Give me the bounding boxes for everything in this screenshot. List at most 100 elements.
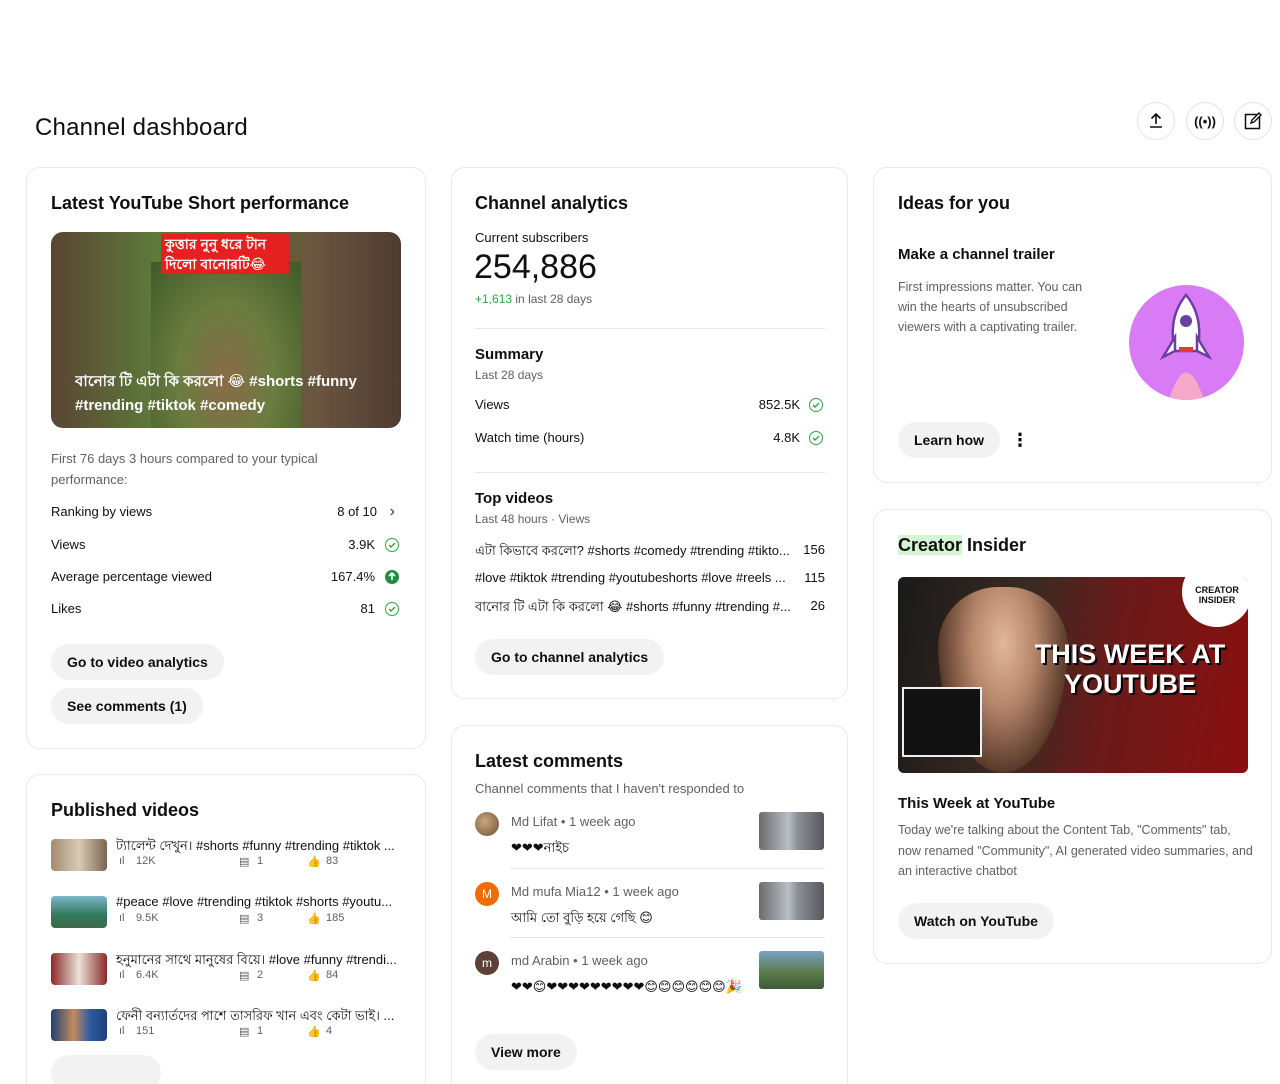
video-likes: 83 (326, 855, 339, 867)
comment-meta: Md mufa Mia12 • 1 week ago (511, 884, 679, 899)
divider (475, 472, 825, 473)
top-video-views: 115 (804, 570, 825, 585)
create-post-button[interactable] (1234, 102, 1272, 140)
published-video-item[interactable]: ফেনী বন্যার্তদের পাশে তাসরিফ খান এবং কেট… (51, 1007, 411, 1047)
subscribers-count: 254,886 (474, 248, 597, 286)
comment-meta: Md Lifat • 1 week ago (511, 814, 636, 829)
comment-video-thumbnail[interactable] (759, 812, 824, 850)
go-live-button[interactable]: ((•)) (1186, 102, 1224, 140)
watch-on-youtube-button[interactable]: Watch on YouTube (898, 903, 1054, 939)
badge-line-1: CREATOR (1195, 585, 1239, 595)
avatar: M (475, 882, 499, 906)
comment-text: আমি তো বুড়ি হয়ে গেছি 😊 (511, 910, 653, 925)
ideas-body: First impressions matter. You can win th… (898, 280, 1083, 334)
comment-item[interactable]: Md Lifat • 1 week ago ❤❤❤নাইচ (475, 812, 825, 862)
video-title: #peace #love #trending #tiktok #shorts #… (116, 894, 393, 909)
metric-label: Ranking by views (51, 504, 153, 519)
subscribers-delta: +1,613 in last 28 days (475, 292, 592, 306)
thumb-overlay-text: কুত্তার নুনু ধরে টান দিলো বানোরটি😂 (161, 234, 289, 274)
comment-video-thumbnail[interactable] (759, 882, 824, 920)
ideas-heading: Make a channel trailer (898, 246, 1055, 263)
top-video-views: 156 (803, 542, 825, 557)
metric-likes: Likes 81 (51, 601, 401, 616)
more-vert-icon[interactable]: ⋮ (1011, 430, 1029, 450)
ideas-title: Ideas for you (898, 193, 1011, 213)
video-thumbnail (51, 839, 107, 871)
video-thumbnail (51, 1009, 107, 1041)
subscribers-label: Current subscribers (475, 230, 589, 245)
compare-text: First 76 days 3 hours compared to your t… (51, 451, 318, 487)
video-thumbnail (51, 896, 107, 928)
upload-button[interactable] (1137, 102, 1175, 140)
comment-video-thumbnail[interactable] (759, 951, 824, 989)
published-videos-title: Published videos (51, 800, 200, 820)
metric-ranking[interactable]: Ranking by views 8 of 10 › (51, 503, 401, 520)
arrow-up-circle-icon (385, 569, 399, 584)
check-circle-icon (385, 601, 399, 616)
check-circle-icon (809, 430, 823, 445)
views-icon: ıl (119, 912, 125, 924)
latest-comments-subtitle: Channel comments that I haven't responde… (475, 781, 745, 796)
comment-author: Md Lifat (511, 814, 558, 829)
divider (510, 937, 825, 938)
comment-icon: ▤ (239, 913, 250, 925)
go-to-videos-button-partial[interactable] (51, 1055, 161, 1084)
metric-value: 167.4% (330, 569, 375, 584)
go-live-icon: ((•)) (1194, 113, 1216, 129)
metric-label: Views (51, 537, 86, 552)
published-video-item[interactable]: হনুমানের সাথে মানুষের বিয়ে। #love #funn… (51, 951, 411, 991)
insider-thumbnail[interactable]: CREATOR INSIDER THIS WEEK AT YOUTUBE (898, 577, 1248, 773)
top-video-title: বানোর টি এটা কি করলো 😂 #shorts #funny #t… (475, 599, 791, 614)
video-likes: 185 (326, 912, 345, 924)
published-video-item[interactable]: ট্যালেন্ট দেখুন। #shorts #funny #trendin… (51, 837, 411, 877)
creator-insider-title: Creator Insider (898, 535, 1026, 556)
top-video-title: এটা কিভাবে করলো? #shorts #comedy #trendi… (475, 543, 790, 558)
top-video-views: 26 (810, 598, 825, 613)
insider-video-title: This Week at YouTube (898, 795, 1056, 812)
video-views: 12K (136, 855, 156, 867)
view-more-button[interactable]: View more (475, 1034, 577, 1070)
comment-meta: md Arabin • 1 week ago (511, 953, 648, 968)
top-videos-period: Last 48 hours · Views (475, 512, 591, 526)
video-views: 9.5K (136, 912, 159, 924)
comment-time: 1 week ago (581, 953, 648, 968)
thumb-clapper (902, 687, 982, 757)
comment-text: ❤❤❤নাইচ (511, 840, 569, 855)
summary-period: Last 28 days (475, 368, 544, 382)
comment-time: 1 week ago (612, 884, 679, 899)
comment-author: Md mufa Mia12 (511, 884, 601, 899)
views-icon: ıl (119, 969, 125, 981)
views-icon: ıl (119, 1025, 125, 1037)
video-thumbnail (51, 953, 107, 985)
views-icon: ıl (119, 855, 125, 867)
badge-line-2: INSIDER (1198, 595, 1236, 605)
metric-value: 3.9K (348, 537, 375, 552)
go-to-video-analytics-button[interactable]: Go to video analytics (51, 644, 224, 680)
comment-icon: ▤ (239, 856, 250, 868)
title-highlight: Creator (898, 535, 963, 555)
thumb-up-icon: 👍 (307, 1026, 321, 1038)
video-views: 6.4K (136, 969, 159, 981)
page-title: Channel dashboard (35, 114, 248, 141)
rocket-icon (1129, 285, 1244, 400)
comment-item[interactable]: m md Arabin • 1 week ago ❤❤😊❤❤❤❤❤❤❤❤❤😊😊😊… (475, 951, 825, 1021)
video-comments: 3 (257, 912, 264, 924)
short-thumbnail[interactable]: কুত্তার নুনু ধরে টান দিলো বানোরটি😂 বানোর… (51, 232, 401, 428)
video-comments: 1 (257, 855, 264, 867)
thumb-up-icon: 👍 (307, 913, 321, 925)
divider (510, 868, 825, 869)
see-comments-button[interactable]: See comments (1) (51, 688, 203, 724)
title-rest: Insider (962, 535, 1027, 555)
published-video-item[interactable]: #peace #love #trending #tiktok #shorts #… (51, 894, 411, 934)
summary-value: 852.5K (758, 397, 800, 412)
learn-how-button[interactable]: Learn how (898, 422, 1001, 458)
comment-item[interactable]: M Md mufa Mia12 • 1 week ago আমি তো বুড়… (475, 882, 825, 932)
go-to-channel-analytics-button[interactable]: Go to channel analytics (475, 639, 665, 675)
metric-views: Views 3.9K (51, 537, 401, 552)
thumb-badge: CREATOR INSIDER (1182, 577, 1248, 627)
comment-author: md Arabin (511, 953, 570, 968)
video-likes: 4 (326, 1025, 333, 1037)
divider (475, 328, 825, 329)
comment-time: 1 week ago (569, 814, 636, 829)
metric-label: Average percentage viewed (51, 569, 212, 584)
